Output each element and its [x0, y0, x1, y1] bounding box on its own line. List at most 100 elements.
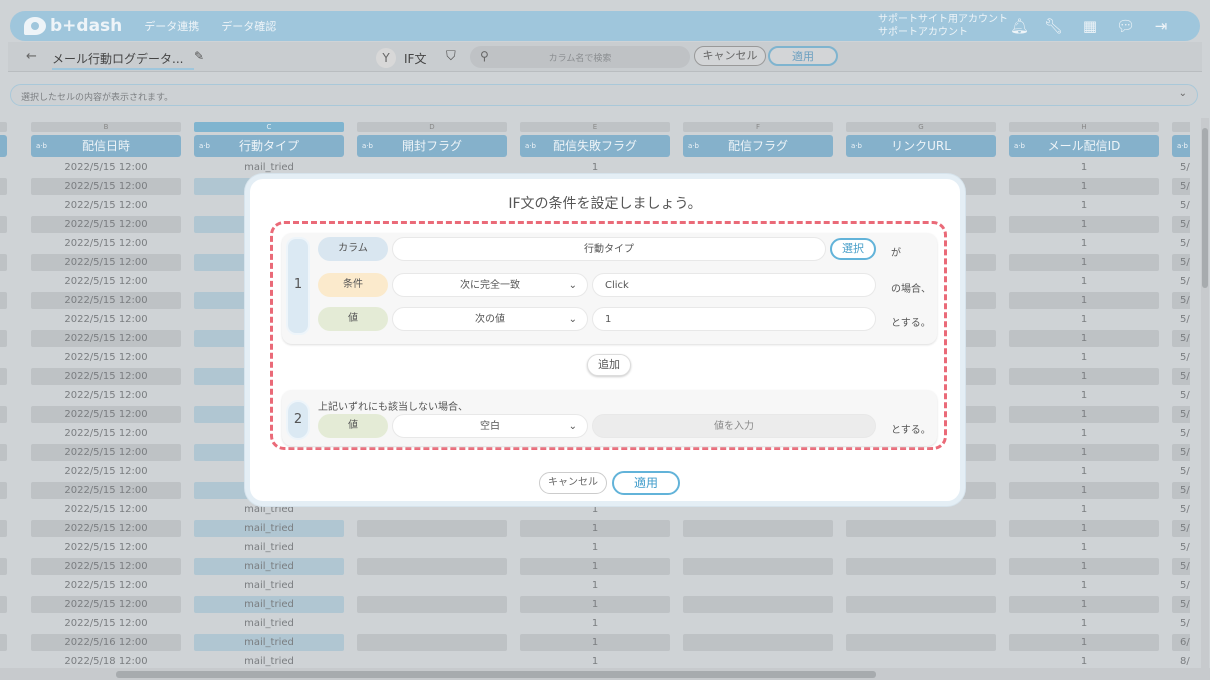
column-header[interactable]: a·b 配信フラグ [683, 135, 833, 157]
grid-cell[interactable] [0, 197, 7, 214]
grid-cell[interactable] [357, 653, 507, 668]
grid-cell[interactable] [0, 254, 7, 271]
pencil-icon[interactable]: ✎ [194, 49, 204, 63]
grid-cell[interactable]: 5/ [1172, 311, 1190, 328]
column-header[interactable]: a·b 配信失敗フラグ [520, 135, 670, 157]
column-search-input[interactable]: ⚲ カラム名で検索 [470, 46, 690, 68]
grid-cell[interactable]: 2022/5/15 12:00 [31, 292, 181, 309]
grid-cell[interactable]: 2022/5/16 12:00 [31, 634, 181, 651]
grid-cell[interactable]: 1 [1009, 292, 1159, 309]
grid-cell[interactable] [357, 634, 507, 651]
grid-cell[interactable]: 1 [520, 558, 670, 575]
column-letter[interactable]: E [520, 122, 670, 132]
grid-cell[interactable] [0, 273, 7, 290]
column-value-field[interactable]: 行動タイプ [392, 237, 826, 261]
grid-cell[interactable]: 1 [1009, 197, 1159, 214]
grid-cell[interactable]: 5/ [1172, 273, 1190, 290]
add-condition-button[interactable]: 追加 [587, 354, 631, 376]
grid-cell[interactable]: 1 [1009, 501, 1159, 518]
support-account-info[interactable]: サポートサイト用アカウント サポートアカウント [878, 13, 1008, 39]
grid-cell[interactable]: 1 [1009, 216, 1159, 233]
nav-data-check[interactable]: データ確認 [221, 18, 276, 34]
grid-cell[interactable] [0, 520, 7, 537]
grid-cell[interactable] [0, 425, 7, 442]
grid-cell[interactable]: mail_tried [194, 577, 344, 594]
grid-cell[interactable]: 2022/5/15 12:00 [31, 216, 181, 233]
grid-cell[interactable] [846, 577, 996, 594]
grid-cell[interactable]: 2022/5/15 12:00 [31, 349, 181, 366]
grid-cell[interactable]: 2022/5/15 12:00 [31, 406, 181, 423]
grid-cell[interactable]: 5/ [1172, 368, 1190, 385]
horizontal-scrollbar[interactable] [0, 668, 1210, 680]
grid-cell[interactable]: 1 [1009, 634, 1159, 651]
grid-cell[interactable] [0, 387, 7, 404]
select-column-button[interactable]: 選択 [830, 238, 876, 260]
grid-cell[interactable]: mail_tried [194, 520, 344, 537]
value-input[interactable]: 1 [592, 307, 876, 331]
grid-cell[interactable]: 1 [1009, 368, 1159, 385]
column-letter[interactable]: F [683, 122, 833, 132]
grid-cell[interactable]: 2022/5/15 12:00 [31, 596, 181, 613]
grid-cell[interactable]: 5/ [1172, 216, 1190, 233]
grid-cell[interactable]: 2022/5/15 12:00 [31, 197, 181, 214]
grid-cell[interactable] [357, 596, 507, 613]
grid-cell[interactable]: 5/ [1172, 387, 1190, 404]
grid-cell[interactable]: 5/ [1172, 197, 1190, 214]
grid-cell[interactable]: 5/ [1172, 235, 1190, 252]
grid-cell[interactable]: 2022/5/15 12:00 [31, 387, 181, 404]
grid-cell[interactable] [846, 615, 996, 632]
grid-cell[interactable]: mail_tried [194, 634, 344, 651]
condition-value-input[interactable]: Click [592, 273, 876, 297]
grid-cell[interactable] [0, 653, 7, 668]
grid-cell[interactable] [683, 596, 833, 613]
column-letter[interactable]: D [357, 122, 507, 132]
dialog-apply-button[interactable]: 適用 [612, 471, 680, 495]
chevron-down-icon[interactable]: ⌄ [1179, 88, 1187, 99]
grid-cell[interactable]: 1 [1009, 425, 1159, 442]
horizontal-scroll-thumb[interactable] [116, 671, 876, 678]
grid-cell[interactable]: 1 [1009, 159, 1159, 176]
grid-cell[interactable]: 1 [1009, 349, 1159, 366]
grid-cell[interactable]: 2022/5/15 12:00 [31, 330, 181, 347]
grid-cell[interactable] [683, 615, 833, 632]
grid-cell[interactable] [846, 558, 996, 575]
grid-cell[interactable] [357, 558, 507, 575]
column-header[interactable]: a·b 配信日時 [31, 135, 181, 157]
grid-cell[interactable]: 2022/5/15 12:00 [31, 444, 181, 461]
grid-cell[interactable]: 1 [1009, 330, 1159, 347]
column-header[interactable]: a·b メール配信ID [1009, 135, 1159, 157]
vertical-scroll-thumb[interactable] [1202, 128, 1208, 288]
grid-cell[interactable] [0, 558, 7, 575]
grid-cell[interactable]: mail_tried [194, 596, 344, 613]
condition-operator-select[interactable]: 次に完全一致 ⌄ [392, 273, 588, 297]
grid-cell[interactable]: 1 [1009, 577, 1159, 594]
grid-cell[interactable] [0, 178, 7, 195]
grid-cell[interactable]: 2022/5/15 12:00 [31, 520, 181, 537]
grid-cell[interactable] [683, 558, 833, 575]
grid-cell[interactable] [0, 577, 7, 594]
grid-cell[interactable]: 5/ [1172, 254, 1190, 271]
grid-cell[interactable]: 5/ [1172, 425, 1190, 442]
grid-cell[interactable] [0, 235, 7, 252]
grid-cell[interactable]: 2022/5/15 12:00 [31, 178, 181, 195]
grid-cell[interactable]: 1 [1009, 520, 1159, 537]
grid-cell[interactable]: 1 [1009, 596, 1159, 613]
else-value-type-select[interactable]: 空白 ⌄ [392, 414, 588, 438]
grid-cell[interactable]: 5/ [1172, 558, 1190, 575]
chat-icon[interactable]: 💬︎ [1116, 17, 1135, 35]
column-header[interactable]: a·b [0, 135, 7, 157]
grid-cell[interactable]: 2022/5/15 12:00 [31, 615, 181, 632]
column-header[interactable]: a·b 開封フラグ [357, 135, 507, 157]
grid-cell[interactable]: mail_tried [194, 615, 344, 632]
grid-cell[interactable]: 5/ [1172, 292, 1190, 309]
column-letter[interactable] [0, 122, 7, 132]
grid-cell[interactable]: 1 [520, 577, 670, 594]
shield-icon[interactable]: ⛉ [446, 49, 456, 64]
grid-cell[interactable] [0, 463, 7, 480]
grid-cell[interactable] [0, 330, 7, 347]
grid-cell[interactable]: 1 [1009, 406, 1159, 423]
grid-cell[interactable]: 6/ [1172, 634, 1190, 651]
grid-cell[interactable] [683, 634, 833, 651]
grid-cell[interactable]: 1 [1009, 387, 1159, 404]
logout-icon[interactable]: ⇥ [1152, 17, 1170, 35]
